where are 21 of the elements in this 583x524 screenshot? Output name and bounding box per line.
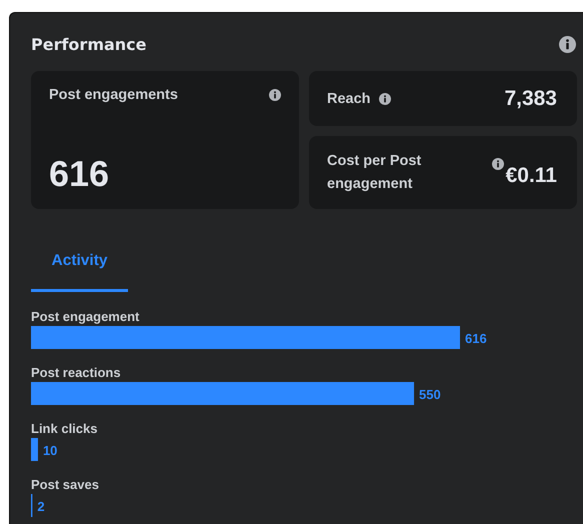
metric-value: 7,383 [504, 86, 557, 110]
panel-title: Performance [31, 35, 147, 54]
info-icon[interactable] [269, 89, 281, 101]
metric-label: Post engagements [49, 87, 178, 103]
tab[interactable]: Activity [31, 247, 128, 292]
value-label: 616 [465, 331, 487, 346]
metric-label: Cost per Post engagement [327, 152, 422, 194]
info-icon[interactable] [559, 36, 576, 53]
bar [31, 438, 38, 461]
metric-label: Reach [327, 90, 371, 106]
bar-label: Post engagement [31, 308, 140, 326]
value-label: 10 [42, 443, 58, 458]
info-icon[interactable] [492, 158, 504, 170]
metric-value: €0.11 [506, 164, 557, 188]
bar-label: Post saves [31, 476, 100, 494]
metric-value: 616 [49, 153, 110, 195]
value-label: 2 [37, 499, 45, 514]
info-icon[interactable] [378, 92, 391, 104]
bar-label: Post reactions [31, 364, 122, 382]
value-label: 550 [419, 387, 441, 402]
bar-label: Link clicks [31, 420, 98, 438]
